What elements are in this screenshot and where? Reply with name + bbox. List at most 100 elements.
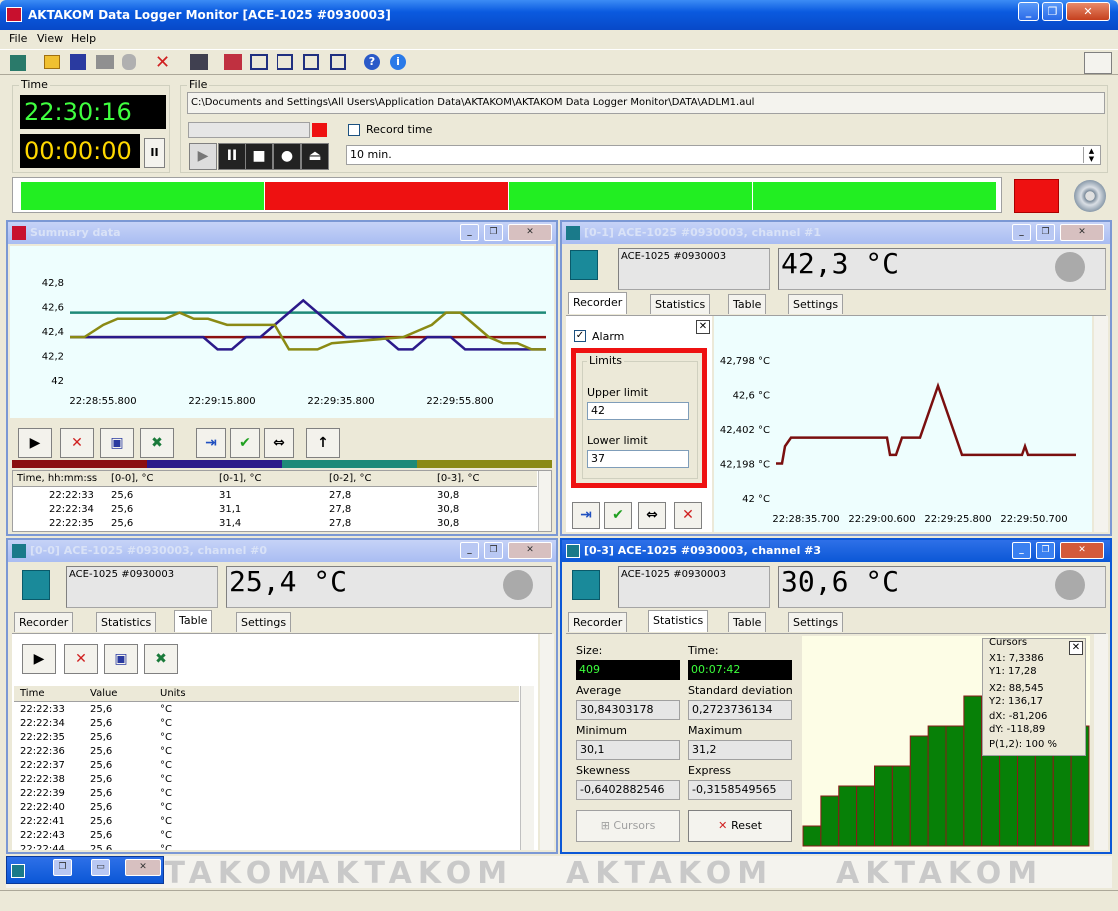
summary-table-row[interactable]: 22:22:35 25,6 31,4 27,8 30,8 — [13, 517, 513, 531]
ch0-table-scrollbar[interactable] — [520, 686, 534, 850]
ch3-minimize[interactable]: _ — [1012, 542, 1031, 559]
tile-icon[interactable] — [224, 54, 242, 70]
ch1-delete-button[interactable]: ✕ — [674, 502, 702, 529]
summary-play-button[interactable]: ▶ — [18, 428, 52, 458]
menu-view[interactable]: View — [37, 32, 63, 45]
ch3-cursors-button[interactable]: ⊞ Cursors — [576, 810, 680, 842]
minimized-maximize[interactable]: ▭ — [91, 859, 110, 876]
summary-delete-button[interactable]: ✕ — [60, 428, 94, 458]
ch0-tab-settings[interactable]: Settings — [236, 612, 292, 632]
summary-table-row[interactable]: 22:22:34 25,6 31,1 27,8 30,8 — [13, 503, 513, 517]
ch1-maximize[interactable]: ❐ — [1036, 224, 1055, 241]
save-icon[interactable] — [70, 54, 86, 70]
tile-vertical-icon[interactable] — [303, 54, 319, 70]
ch1-stretch-button[interactable]: ⇔ — [638, 502, 666, 529]
record-button[interactable]: ● — [273, 143, 301, 170]
ch0-scrollbar[interactable] — [540, 634, 554, 850]
minimized-restore[interactable]: ❐ — [53, 859, 72, 876]
minimized-close[interactable]: ✕ — [125, 859, 161, 876]
ch1-tab-settings[interactable]: Settings — [788, 294, 844, 314]
elapsed-pause-button[interactable]: II — [144, 138, 165, 168]
ch1-zoomin-button[interactable]: ⇥ — [572, 502, 600, 529]
ch0-tab-statistics[interactable]: Statistics — [96, 612, 157, 632]
ch0-table-row[interactable]: 22:22:38 25,6 °C — [14, 773, 514, 787]
ch0-table-row[interactable]: 22:22:43 25,6 °C — [14, 829, 514, 843]
eject-button[interactable]: ⏏ — [301, 143, 329, 170]
info-icon[interactable]: i — [390, 54, 406, 70]
close-button[interactable]: ✕ — [1066, 2, 1110, 21]
ch0-excel-button[interactable]: ✖ — [144, 644, 178, 674]
summary-minimize[interactable]: _ — [460, 224, 479, 241]
ch3-reset-button[interactable]: ✕ Reset — [688, 810, 792, 842]
menu-help[interactable]: Help — [71, 32, 96, 45]
ch0-table-row[interactable]: 22:22:34 25,6 °C — [14, 717, 514, 731]
cascade-icon[interactable] — [250, 54, 268, 70]
ch0-close[interactable]: ✕ — [508, 542, 552, 559]
summary-check-button[interactable]: ✔ — [230, 428, 260, 458]
window-settings-icon[interactable] — [330, 54, 346, 70]
summary-excel-button[interactable]: ✖ — [140, 428, 174, 458]
play-button[interactable]: ▶ — [189, 143, 217, 170]
ch0-table-row[interactable]: 22:22:33 25,6 °C — [14, 703, 514, 717]
ch1-lower-input[interactable]: 37 — [587, 450, 689, 468]
minimized-window[interactable]: ❐ ▭ ✕ — [6, 856, 164, 884]
ch0-table-row[interactable]: 22:22:40 25,6 °C — [14, 801, 514, 815]
ch0-table-row[interactable]: 22:22:36 25,6 °C — [14, 745, 514, 759]
record-time-checkbox[interactable] — [348, 124, 360, 136]
ch1-tab-table[interactable]: Table — [728, 294, 767, 314]
minimize-button[interactable]: _ — [1018, 2, 1039, 21]
ch1-alarm-checkbox[interactable]: ✓ — [574, 330, 586, 342]
ch3-cursors-close-icon[interactable]: ✕ — [1069, 641, 1083, 655]
ch0-tab-table[interactable]: Table — [174, 610, 213, 632]
pause-button[interactable]: II — [218, 143, 246, 170]
summary-stretch-button[interactable]: ⇔ — [264, 428, 294, 458]
ch3-tab-statistics[interactable]: Statistics — [648, 610, 709, 632]
ch0-table-row[interactable]: 22:22:44 25,6 °C — [14, 843, 514, 850]
ch1-close[interactable]: ✕ — [1060, 224, 1104, 241]
summary-table-scrollbar[interactable] — [538, 471, 551, 531]
ch1-scrollbar[interactable] — [1094, 316, 1108, 532]
maximize-button[interactable]: ❐ — [1042, 2, 1063, 21]
summary-close[interactable]: ✕ — [508, 224, 552, 241]
summary-table-row[interactable]: 22:22:33 25,6 31 27,8 30,8 — [13, 489, 513, 503]
print-icon[interactable] — [96, 55, 114, 69]
ch0-save-button[interactable]: ▣ — [104, 644, 138, 674]
ch3-tab-table[interactable]: Table — [728, 612, 767, 632]
ch0-table-row[interactable]: 22:22:39 25,6 °C — [14, 787, 514, 801]
ch1-check-button[interactable]: ✔ — [604, 502, 632, 529]
ch1-minimize[interactable]: _ — [1012, 224, 1031, 241]
record-duration-spinner[interactable]: 10 min. — [346, 145, 1101, 165]
ch1-upper-input[interactable]: 42 — [587, 402, 689, 420]
ch1-tab-recorder[interactable]: Recorder — [568, 292, 628, 314]
hand-icon[interactable] — [122, 54, 136, 70]
delete-icon[interactable]: ✕ — [155, 52, 170, 73]
ch0-table-row[interactable]: 22:22:35 25,6 °C — [14, 731, 514, 745]
tile-horizontal-icon[interactable] — [277, 54, 293, 70]
file-path-field[interactable]: C:\Documents and Settings\All Users\Appl… — [187, 92, 1105, 114]
help-icon[interactable]: ? — [364, 54, 380, 70]
ch0-table-row[interactable]: 22:22:37 25,6 °C — [14, 759, 514, 773]
stop-button[interactable]: ■ — [245, 143, 273, 170]
summary-export-button[interactable]: ↑ — [306, 428, 340, 458]
menu-file[interactable]: File — [9, 32, 27, 45]
ch3-scrollbar[interactable] — [1094, 634, 1108, 850]
ch3-tab-recorder[interactable]: Recorder — [568, 612, 628, 632]
ch3-close[interactable]: ✕ — [1060, 542, 1104, 559]
exit-icon[interactable] — [10, 55, 26, 71]
summary-zoomin-button[interactable]: ⇥ — [196, 428, 226, 458]
ch1-tab-statistics[interactable]: Statistics — [650, 294, 711, 314]
ch0-tab-recorder[interactable]: Recorder — [14, 612, 74, 632]
ch0-minimize[interactable]: _ — [460, 542, 479, 559]
summary-maximize[interactable]: ❐ — [484, 224, 503, 241]
open-folder-icon[interactable] — [44, 55, 60, 69]
ch0-play-button[interactable]: ▶ — [22, 644, 56, 674]
settings-icon[interactable] — [190, 54, 208, 70]
spinner-arrows[interactable]: ▲ ▼ — [1083, 147, 1099, 163]
summary-save-button[interactable]: ▣ — [100, 428, 134, 458]
ch3-tab-settings[interactable]: Settings — [788, 612, 844, 632]
sound-icon[interactable] — [1074, 180, 1106, 212]
ch0-table-row[interactable]: 22:22:41 25,6 °C — [14, 815, 514, 829]
ch1-alarm-close-icon[interactable]: ✕ — [696, 320, 710, 334]
ch0-maximize[interactable]: ❐ — [484, 542, 503, 559]
ch0-delete-button[interactable]: ✕ — [64, 644, 98, 674]
